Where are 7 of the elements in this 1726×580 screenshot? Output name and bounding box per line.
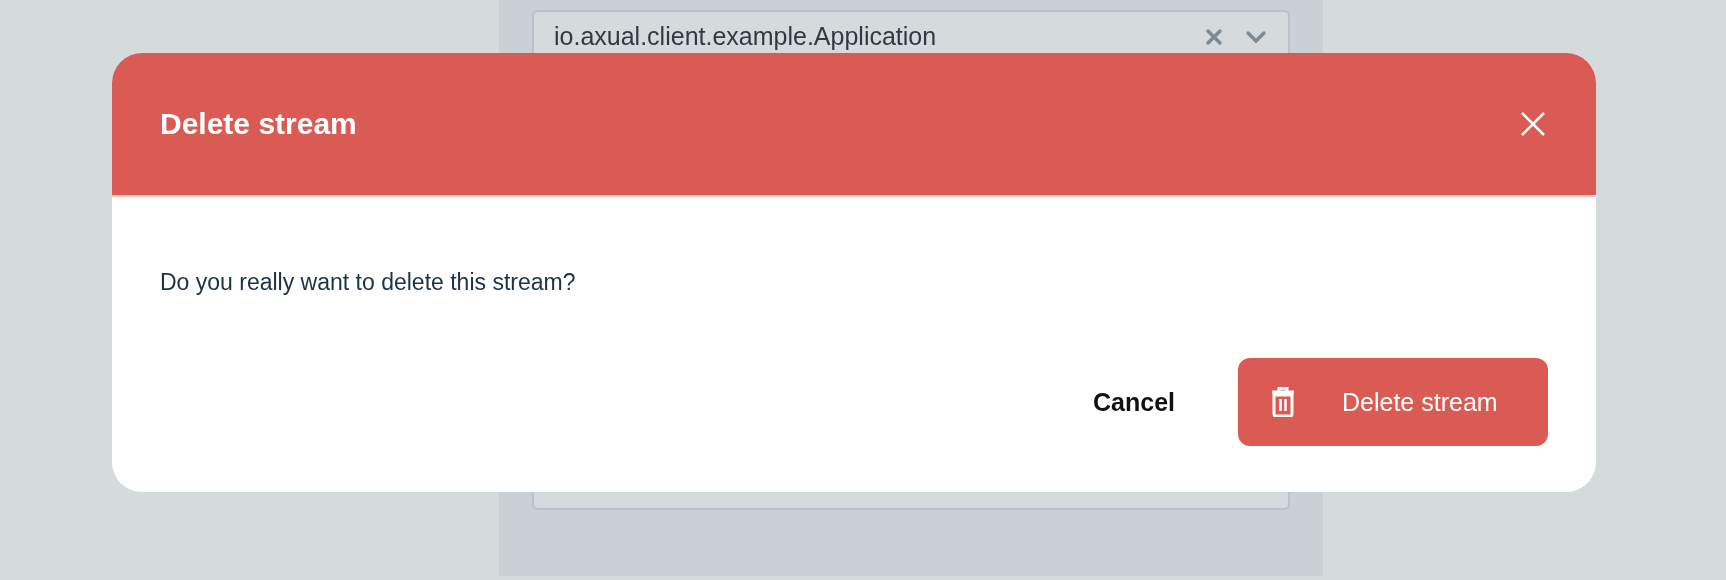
delete-button[interactable]: Delete stream <box>1238 358 1548 446</box>
close-icon[interactable] <box>1520 111 1546 137</box>
trash-icon <box>1270 387 1296 417</box>
dialog-title: Delete stream <box>160 107 357 141</box>
clear-icon[interactable] <box>1204 27 1224 47</box>
dialog-message: Do you really want to delete this stream? <box>160 269 577 296</box>
cancel-button[interactable]: Cancel <box>1085 377 1183 427</box>
